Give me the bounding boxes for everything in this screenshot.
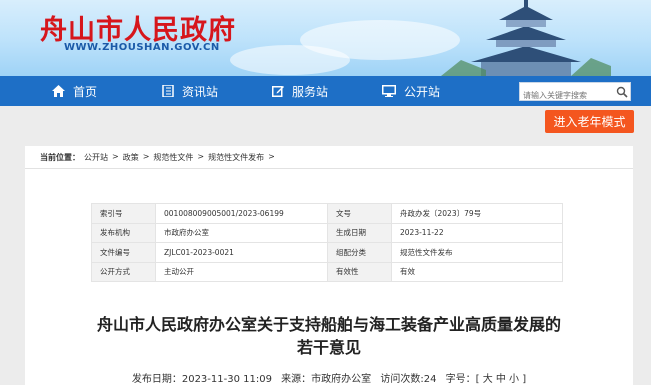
meta-key: 组配分类 — [327, 242, 392, 263]
breadcrumb-separator: > — [112, 152, 119, 161]
search-input[interactable] — [520, 87, 616, 104]
search-box — [519, 82, 631, 104]
font-size-switcher[interactable]: 字号：[ 大 中 小 ] — [446, 374, 527, 385]
document-title: 舟山市人民政府办公室关于支持船舶与海工装备产业高质量发展的 若干意见 — [25, 313, 633, 359]
meta-key: 生成日期 — [327, 222, 392, 243]
breadcrumb-item[interactable]: 规范性文件发布 — [208, 152, 264, 163]
table-row: 发布机构 市政府办公室 生成日期 2023-11-22 — [91, 222, 563, 243]
breadcrumb-label: 当前位置： — [40, 153, 80, 162]
breadcrumb-separator: > — [268, 152, 275, 161]
meta-key: 公开方式 — [91, 261, 156, 282]
breadcrumb-item[interactable]: 规范性文件 — [153, 152, 193, 163]
book-icon — [162, 85, 174, 97]
home-icon — [52, 85, 65, 97]
publish-source: 来源：市政府办公室 — [281, 374, 372, 385]
document-title-line: 舟山市人民政府办公室关于支持船舶与海工装备产业高质量发展的 — [96, 315, 561, 334]
publish-date: 发布日期：2023-11-30 11:09 — [131, 374, 272, 385]
meta-value: 舟政办发〔2023〕79号 — [391, 203, 563, 224]
nav-label: 首页 — [73, 84, 98, 99]
meta-value: 001008009005001/2023-06199 — [155, 203, 328, 224]
breadcrumb-separator: > — [142, 152, 150, 161]
elder-mode-button[interactable]: 进入老年模式 — [545, 110, 634, 133]
nav-item-public[interactable]: 公开站 — [382, 76, 440, 106]
document-title-line: 若干意见 — [296, 338, 361, 357]
meta-key: 发布机构 — [91, 222, 156, 243]
breadcrumb-item[interactable]: 公开站 — [84, 152, 108, 163]
visit-count: 访问次数:24 — [380, 374, 437, 385]
nav-item-news[interactable]: 资讯站 — [162, 76, 218, 106]
table-row: 公开方式 主动公开 有效性 有效 — [91, 261, 563, 282]
table-row: 索引号 001008009005001/2023-06199 文号 舟政办发〔2… — [91, 203, 563, 224]
meta-value: 2023-11-22 — [391, 222, 563, 243]
site-header: 舟山市人民政府 WWW.ZHOUSHAN.GOV.CN — [0, 0, 651, 76]
nav-item-service[interactable]: 服务站 — [272, 76, 328, 106]
publish-info: 发布日期：2023-11-30 11:09 来源：市政府办公室 访问次数:24 … — [25, 370, 633, 385]
meta-key: 文件编号 — [91, 242, 156, 263]
nav-label: 公开站 — [404, 84, 441, 99]
meta-key: 文号 — [327, 203, 392, 224]
meta-value: 有效 — [391, 261, 563, 282]
table-row: 文件编号 ZJLC01-2023-0021 组配分类 规范性文件发布 — [91, 242, 563, 263]
document-meta-table: 索引号 001008009005001/2023-06199 文号 舟政办发〔2… — [91, 203, 563, 282]
cloud-decoration — [230, 45, 350, 75]
breadcrumb: 当前位置： 公开站 > 政策 > 规范性文件 > 规范性文件发布 > — [40, 152, 275, 163]
nav-label: 资讯站 — [182, 84, 219, 99]
breadcrumb-divider — [25, 168, 633, 169]
meta-key: 索引号 — [91, 203, 156, 224]
meta-key: 有效性 — [327, 261, 392, 282]
meta-value: 市政府办公室 — [155, 222, 328, 243]
edit-icon — [272, 86, 284, 97]
nav-label: 服务站 — [292, 84, 329, 99]
meta-value: 规范性文件发布 — [391, 242, 563, 263]
nav-item-home[interactable]: 首页 — [52, 76, 97, 106]
monitor-icon — [382, 85, 396, 97]
site-url: WWW.ZHOUSHAN.GOV.CN — [64, 42, 220, 53]
meta-value: ZJLC01-2023-0021 — [155, 242, 328, 263]
breadcrumb-item[interactable]: 政策 — [123, 152, 139, 163]
breadcrumb-separator: > — [197, 152, 205, 161]
search-icon[interactable] — [616, 86, 628, 98]
meta-value: 主动公开 — [155, 261, 328, 282]
pavilion-image — [441, 0, 611, 76]
